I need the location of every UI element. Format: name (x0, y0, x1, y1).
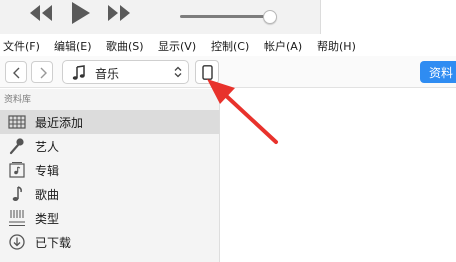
rewind-icon[interactable] (28, 3, 54, 23)
menu-song[interactable]: 歌曲(S) (106, 38, 144, 54)
sidebar-heading: 资料库 (4, 95, 32, 105)
play-icon[interactable] (68, 0, 92, 26)
chevron-right-icon (40, 67, 47, 79)
music-note-icon (12, 186, 22, 201)
menu-file[interactable]: 文件(F) (3, 38, 40, 54)
media-kind-select[interactable]: 音乐 (62, 60, 189, 84)
volume-knob[interactable] (263, 10, 277, 24)
sidebar-item-genres[interactable]: 类型 (0, 206, 219, 230)
status-display (320, 0, 456, 34)
sidebar-item-label: 已下载 (35, 236, 72, 250)
media-kind-value: 音乐 (95, 67, 120, 81)
sidebar-item-downloaded[interactable]: 已下载 (0, 230, 219, 254)
menu-bar: 文件(F) 编辑(E) 歌曲(S) 显示(V) 控制(C) 帐户(A) 帮助(H… (0, 34, 456, 56)
sidebar-item-label: 最近添加 (35, 116, 84, 130)
sidebar-item-songs[interactable]: 歌曲 (0, 182, 219, 206)
sidebar-item-label: 类型 (35, 212, 60, 226)
sidebar-item-label: 歌曲 (35, 188, 60, 202)
menu-controls[interactable]: 控制(C) (211, 38, 249, 54)
back-button[interactable] (5, 61, 27, 83)
menu-help[interactable]: 帮助(H) (317, 38, 356, 54)
sidebar-item-label: 专辑 (35, 164, 60, 178)
forward-button[interactable] (31, 61, 53, 83)
toolbar: 音乐 资料 (0, 56, 456, 88)
volume-track (180, 15, 272, 18)
menu-view[interactable]: 显示(V) (158, 38, 196, 54)
sidebar: 资料库 最近添加 艺人 专辑 歌曲 类型 已下载 (0, 89, 220, 262)
volume-slider[interactable] (180, 10, 280, 24)
device-button[interactable] (195, 60, 219, 84)
main-content (221, 89, 456, 262)
sidebar-item-label: 艺人 (35, 140, 60, 154)
library-button[interactable]: 资料 (420, 61, 456, 83)
menu-edit[interactable]: 编辑(E) (54, 38, 92, 54)
itunes-window: 文件(F) 编辑(E) 歌曲(S) 显示(V) 控制(C) 帐户(A) 帮助(H… (0, 0, 456, 262)
menu-account[interactable]: 帐户(A) (264, 38, 302, 54)
chevron-left-icon (13, 67, 20, 79)
fast-forward-icon[interactable] (106, 3, 132, 23)
music-note-icon (72, 65, 85, 80)
sidebar-item-artists[interactable]: 艺人 (0, 134, 219, 158)
library-button-label: 资料 (429, 66, 454, 80)
recently-added-icon (8, 115, 26, 129)
updown-chevron-icon (174, 66, 182, 78)
genre-icon (9, 210, 25, 226)
download-icon (9, 234, 25, 250)
album-icon (9, 162, 25, 178)
microphone-icon (9, 138, 24, 155)
phone-device-icon (202, 65, 213, 80)
playback-bar (0, 0, 456, 34)
sidebar-item-recently-added[interactable]: 最近添加 (0, 110, 219, 134)
sidebar-item-albums[interactable]: 专辑 (0, 158, 219, 182)
